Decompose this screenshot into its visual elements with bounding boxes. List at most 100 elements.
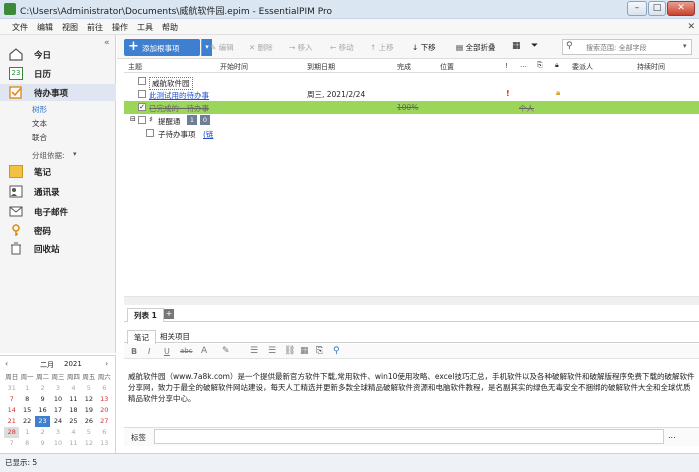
tag-more-button[interactable]: ... — [668, 431, 676, 440]
calendar-day[interactable]: 6 — [97, 383, 112, 394]
horizontal-scrollbar[interactable] — [124, 296, 699, 305]
calendar-day[interactable]: 1 — [19, 427, 34, 438]
chevron-down-icon[interactable]: ▾ — [73, 150, 77, 158]
filter-icon[interactable]: ⏷ — [531, 41, 538, 51]
calendar-day[interactable]: 9 — [35, 438, 50, 449]
tab-related-items[interactable]: 相关项目 — [154, 330, 196, 343]
sidebar-item-contacts[interactable]: 通讯录 — [0, 183, 116, 200]
tree-collapse-icon[interactable]: ⊟ — [130, 115, 136, 123]
view-tree[interactable]: 树形 — [32, 104, 47, 115]
calendar-day[interactable]: 17 — [50, 405, 65, 416]
task-row[interactable]: ✓ 已完成的一待办事 100% 个人 — [124, 101, 699, 114]
table-icon[interactable]: ▦ — [300, 346, 309, 356]
calendar-day[interactable]: 8 — [19, 438, 34, 449]
calendar-next-icon[interactable]: › — [105, 359, 108, 368]
calendar-day[interactable]: 28 — [4, 427, 20, 438]
underline-button[interactable]: U — [164, 347, 170, 356]
calendar-day[interactable]: 15 — [19, 405, 34, 416]
calendar-day[interactable]: 4 — [66, 427, 81, 438]
group-by-label[interactable]: 分组依据: — [32, 150, 65, 161]
bold-button[interactable]: B — [131, 347, 137, 356]
move-down-button[interactable]: ↓ 下移 — [412, 42, 436, 53]
col-flag-icon[interactable]: … — [520, 61, 527, 69]
col-start[interactable]: 开始时间 — [220, 62, 248, 72]
calendar-day[interactable]: 2 — [35, 427, 50, 438]
calendar-day[interactable]: 2 — [35, 383, 50, 394]
col-due[interactable]: 到期日期 — [307, 62, 335, 72]
calendar-day[interactable]: 19 — [81, 405, 96, 416]
view-text[interactable]: 文本 — [32, 118, 47, 129]
task-row[interactable]: 子待办事项 (链 — [124, 127, 699, 140]
calendar-day[interactable]: 3 — [50, 383, 65, 394]
menu-edit[interactable]: 编辑 — [37, 22, 53, 33]
highlight-button[interactable]: ✎ — [222, 346, 230, 356]
calendar-day[interactable]: 16 — [35, 405, 50, 416]
maximize-button[interactable]: □ — [648, 1, 666, 16]
menu-tools[interactable]: 工具 — [137, 22, 153, 33]
task-checkbox[interactable] — [138, 116, 146, 124]
calendar-day[interactable]: 11 — [66, 438, 81, 449]
sidebar-item-passwords[interactable]: 密码 — [0, 222, 116, 239]
calendar-day[interactable]: 12 — [81, 438, 96, 449]
task-row[interactable]: 此测试用的待办事 周三, 2021/2/24 ! 🔒︎ — [124, 88, 699, 101]
menu-help[interactable]: 帮助 — [162, 22, 178, 33]
menu-file[interactable]: 文件 — [12, 22, 28, 33]
strikethrough-button[interactable]: abc — [180, 347, 193, 355]
calendar-day[interactable]: 22 — [19, 416, 34, 427]
col-duration[interactable]: 持续时间 — [637, 62, 665, 72]
calendar-prev-icon[interactable]: ‹ — [5, 359, 8, 368]
sidebar-item-todo[interactable]: 待办事项 — [0, 84, 116, 101]
calendar-day[interactable]: 7 — [4, 394, 19, 405]
tag-input[interactable] — [154, 429, 664, 444]
sidebar-item-mail[interactable]: 电子邮件 — [0, 203, 116, 220]
calendar-day[interactable]: 24 — [50, 416, 65, 427]
note-body[interactable]: 威航软件园（www.7a8k.com）是一个提供最新官方软件下载,常用软件、wi… — [128, 371, 696, 404]
calendar-day[interactable]: 3 — [50, 427, 65, 438]
bullets-icon[interactable]: ☰ — [250, 346, 258, 356]
calendar-day[interactable]: 26 — [81, 416, 96, 427]
sidebar-item-calendar[interactable]: 23 日历 — [0, 65, 116, 82]
italic-button[interactable]: I — [148, 347, 150, 356]
calendar-day[interactable]: 13 — [97, 438, 112, 449]
calendar-day[interactable]: 7 — [4, 438, 19, 449]
calendar-day[interactable]: 18 — [66, 405, 81, 416]
calendar-day[interactable]: 10 — [50, 394, 65, 405]
task-checkbox-checked[interactable]: ✓ — [138, 103, 146, 111]
sidebar-item-trash[interactable]: 回收站 — [0, 240, 116, 257]
menu-go[interactable]: 前往 — [87, 22, 103, 33]
col-attachment-icon[interactable]: ⎘ — [537, 61, 543, 70]
calendar-day[interactable]: 11 — [66, 394, 81, 405]
sidebar-item-today[interactable]: 今日 — [0, 46, 116, 63]
calendar-day[interactable]: 13 — [97, 394, 112, 405]
calendar-day[interactable]: 4 — [66, 383, 81, 394]
calendar-day[interactable]: 23 — [34, 416, 51, 427]
task-row[interactable]: ⊟ ♯ 提醒通 1 0 — [124, 114, 699, 127]
sidebar-item-notes[interactable]: 笔记 — [0, 163, 116, 180]
calendar-day[interactable]: 14 — [4, 405, 19, 416]
indent-button[interactable]: → 移入 — [289, 42, 313, 53]
close-document-icon[interactable]: ✕ — [687, 22, 695, 32]
calendar-day[interactable]: 5 — [81, 427, 96, 438]
calendar-day[interactable]: 12 — [81, 394, 96, 405]
tab-notes[interactable]: 笔记 — [127, 330, 156, 344]
col-priority[interactable]: ! — [505, 62, 508, 70]
calendar-day[interactable]: 20 — [97, 405, 112, 416]
edit-button[interactable]: ✎ 编辑 — [210, 42, 234, 53]
col-lock-icon[interactable]: 🔒︎ — [555, 61, 559, 70]
menu-view[interactable]: 视图 — [62, 22, 78, 33]
link-icon[interactable]: ⛓ — [284, 346, 295, 356]
calendar-day[interactable]: 21 — [4, 416, 19, 427]
calendar-day[interactable]: 25 — [66, 416, 81, 427]
find-icon[interactable]: ⚲ — [333, 346, 340, 356]
calendar-day[interactable]: 31 — [4, 383, 19, 394]
search-box[interactable]: ⚲ 搜索范围: 全部字段 ▾ — [562, 39, 692, 55]
task-link[interactable]: (链 — [203, 129, 213, 140]
task-checkbox[interactable] — [138, 90, 146, 98]
calendar-day[interactable]: 5 — [81, 383, 96, 394]
search-dropdown-icon[interactable]: ▾ — [683, 42, 687, 50]
menu-actions[interactable]: 操作 — [112, 22, 128, 33]
move-up-button[interactable]: ↑ 上移 — [370, 42, 394, 53]
calendar-day[interactable]: 9 — [35, 394, 50, 405]
task-checkbox[interactable] — [146, 129, 154, 137]
columns-icon[interactable]: ▦ — [512, 41, 521, 51]
